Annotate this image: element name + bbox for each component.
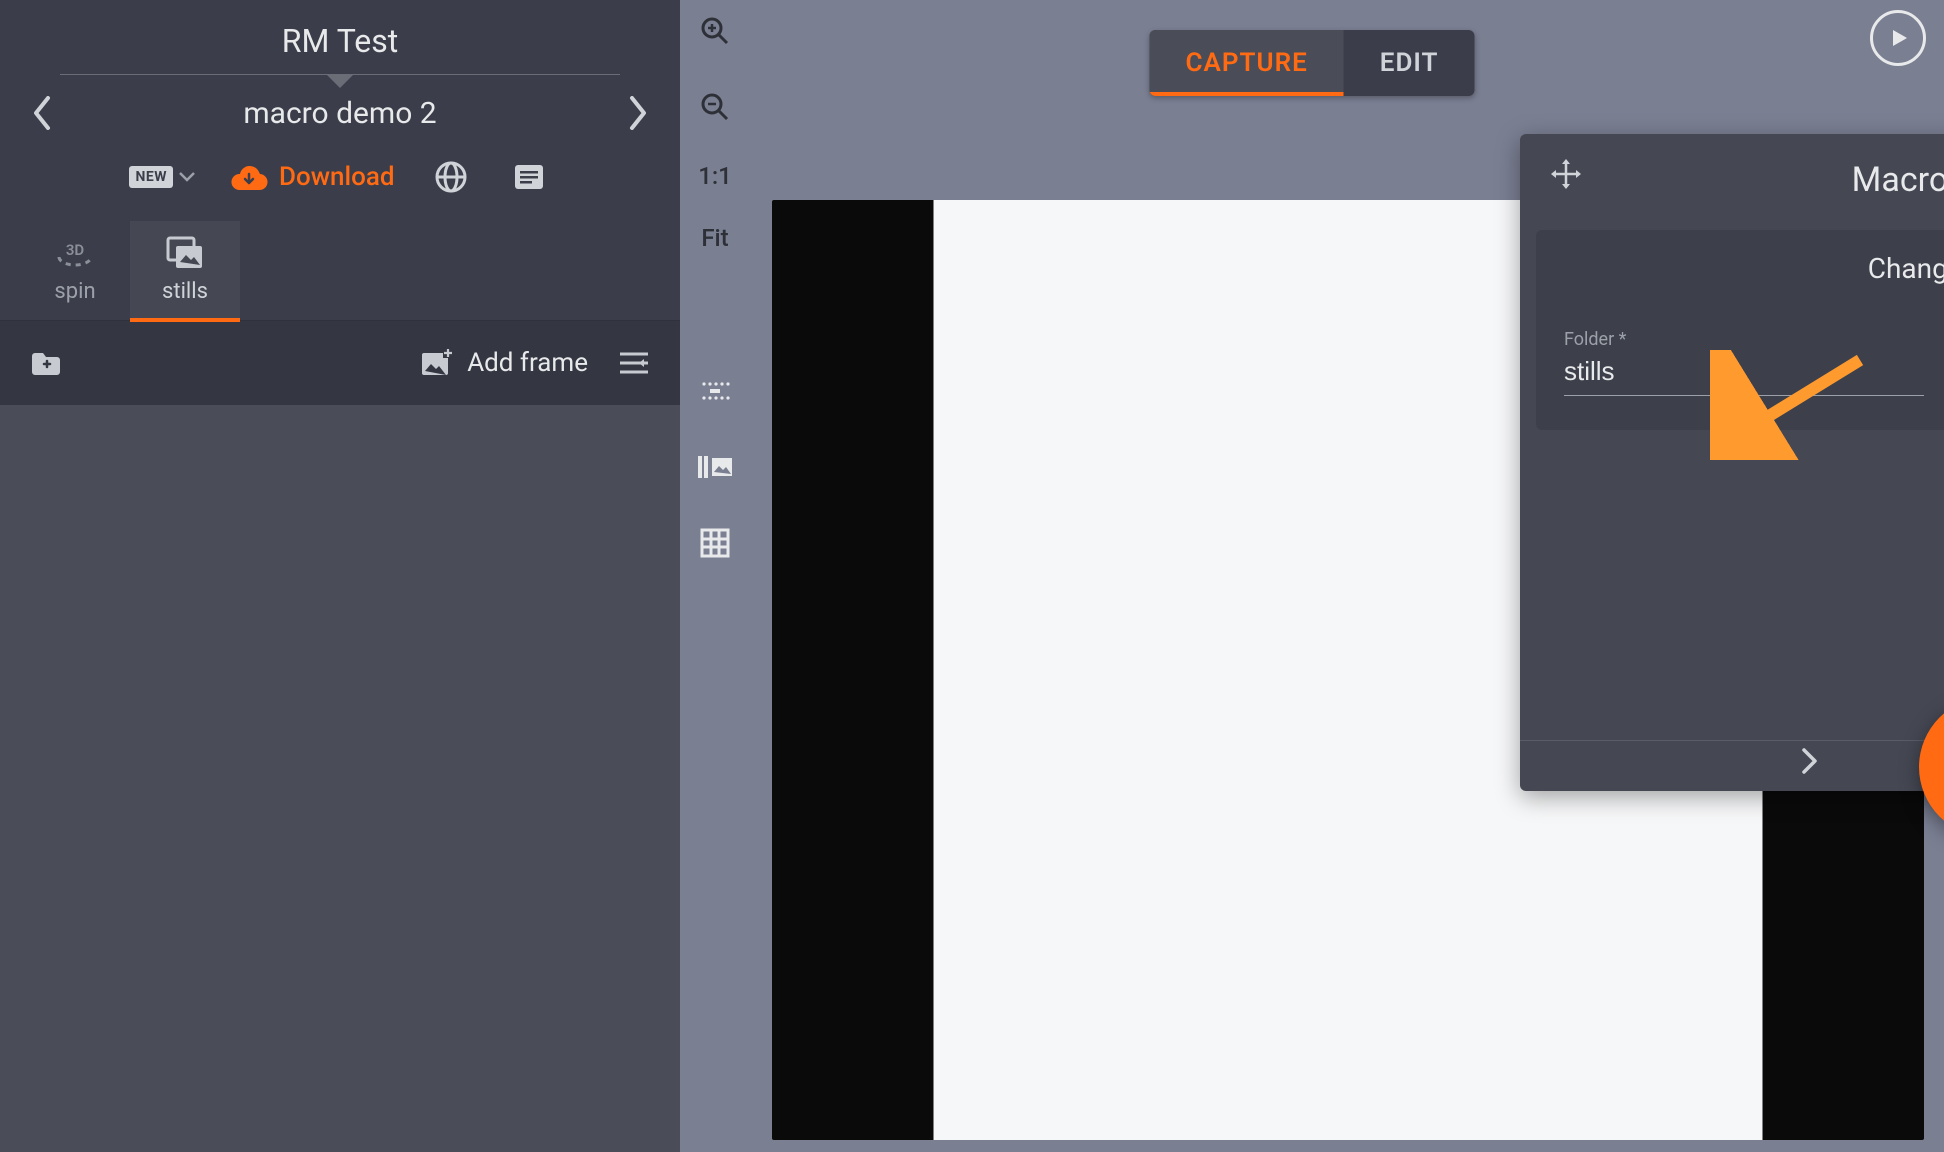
list-card-icon	[512, 160, 546, 194]
macro-footer	[1520, 740, 1944, 791]
new-badge-label: NEW	[129, 166, 173, 188]
add-frame-label: Add frame	[467, 348, 588, 378]
next-project-button[interactable]	[618, 93, 658, 133]
tab-stills[interactable]: stills	[130, 221, 240, 320]
new-dropdown[interactable]: NEW	[129, 166, 195, 188]
tab-spin-label: spin	[54, 279, 95, 304]
image-plus-icon	[419, 347, 455, 379]
grid-tool-button[interactable]	[694, 522, 736, 564]
macro-step-card: Change folder Folder *	[1536, 230, 1944, 430]
macro-panel: Macro: No name * Change folder	[1520, 134, 1944, 791]
spin-3d-icon: 3D	[53, 235, 97, 271]
menu-collapse-icon	[618, 350, 650, 376]
mode-tabs: 3D spin stills	[0, 209, 680, 321]
macro-title-prefix: Macro:	[1852, 160, 1944, 200]
macro-step-title: Change folder	[1868, 252, 1944, 285]
new-folder-button[interactable]	[24, 341, 68, 385]
tab-spin[interactable]: 3D spin	[20, 221, 130, 320]
macro-header: Macro: No name *	[1520, 134, 1944, 230]
grid-icon	[699, 527, 731, 559]
zoom-fit-button[interactable]: Fit	[701, 224, 728, 252]
capture-area: CAPTURE EDIT	[680, 0, 1944, 1152]
segment-capture[interactable]: CAPTURE	[1150, 30, 1344, 96]
tab-stills-label: stills	[162, 279, 208, 304]
add-frame-button[interactable]: Add frame	[419, 347, 588, 379]
segment-edit[interactable]: EDIT	[1344, 30, 1475, 96]
zoom-out-button[interactable]	[694, 86, 736, 128]
folder-label: Folder *	[1564, 329, 1924, 350]
compare-tool-button[interactable]	[694, 446, 736, 488]
macro-next-button[interactable]	[1800, 747, 1818, 779]
zoom-in-button[interactable]	[694, 10, 736, 52]
project-actions: NEW Download	[0, 137, 680, 209]
zoom-out-icon	[699, 91, 731, 123]
live-view-button[interactable]	[1870, 10, 1926, 66]
frames-list-empty	[0, 405, 680, 1152]
play-outline-icon	[1886, 26, 1910, 50]
frames-toolbar: Add frame	[0, 321, 680, 405]
compare-icon	[696, 452, 734, 482]
cloud-download-icon	[229, 162, 269, 192]
capture-edit-segment: CAPTURE EDIT	[1150, 30, 1475, 96]
project-name: macro demo 2	[62, 96, 618, 131]
globe-button[interactable]	[429, 155, 473, 199]
folder-plus-icon	[29, 348, 63, 378]
macro-add-step-button[interactable]: ＋ Add	[1520, 430, 1944, 520]
zoom-in-icon	[699, 15, 731, 47]
exposure-tool-button[interactable]	[694, 370, 736, 412]
download-label: Download	[279, 162, 395, 192]
globe-icon	[434, 160, 468, 194]
folder-input[interactable]	[1564, 350, 1924, 396]
move-icon	[1548, 156, 1584, 192]
chevron-down-icon	[179, 172, 195, 182]
svg-text:3D: 3D	[66, 241, 85, 259]
stills-icon	[164, 235, 206, 271]
folder-field: Folder *	[1564, 329, 1924, 396]
chevron-right-icon	[1800, 747, 1818, 775]
comments-button[interactable]	[507, 155, 551, 199]
project-title: RM Test	[60, 0, 620, 75]
prev-project-button[interactable]	[22, 93, 62, 133]
macro-move-handle[interactable]	[1548, 156, 1584, 196]
scan-line-icon	[698, 377, 732, 405]
download-button[interactable]: Download	[229, 162, 395, 192]
collapse-list-button[interactable]	[612, 341, 656, 385]
view-toolbar: 1:1 Fit	[694, 10, 736, 564]
left-panel: RM Test macro demo 2 NEW Download	[0, 0, 680, 1152]
zoom-actual-button[interactable]: 1:1	[698, 162, 732, 190]
